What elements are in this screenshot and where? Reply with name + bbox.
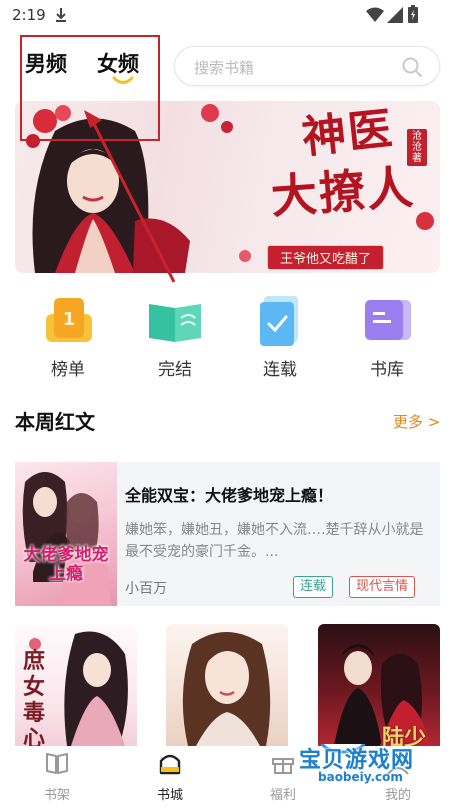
category-label: 完结: [158, 360, 192, 380]
cover-illustration: [22, 472, 111, 606]
annotation-highlight-box: [20, 35, 160, 141]
nav-label: 书架: [43, 788, 70, 803]
status-time: 2:19: [12, 6, 46, 24]
status-badge: 连载: [293, 576, 334, 598]
category-rankings[interactable]: 1 榜单: [28, 292, 108, 380]
book-description: 嫌她笨，嫌她丑，嫌她不入流….楚千辞从小就是最不受宠的豪门千金。...: [125, 522, 424, 560]
book-cover: 大佬爹地宠上瘾: [15, 462, 117, 606]
category-serializing[interactable]: 连载: [240, 292, 320, 380]
watermark-url: baobeiy.com: [318, 770, 403, 784]
section-title: 本周红文: [15, 410, 95, 434]
nav-label: 书城: [156, 788, 183, 803]
book-cover[interactable]: 庶女毒心: [15, 624, 137, 746]
more-link[interactable]: 更多 >: [393, 411, 440, 432]
bookshelf-icon: [46, 753, 68, 774]
nav-item-bookstore[interactable]: 书城: [140, 750, 200, 803]
book-title: 全能双宝：大佬爹地宠上瘾！: [125, 486, 334, 505]
genre-badge: 现代言情: [349, 576, 416, 598]
battery-icon: [408, 5, 418, 23]
svg-text:1: 1: [63, 309, 76, 330]
banner-title: 神医 大撩人: [253, 103, 433, 224]
library-icon: [365, 300, 411, 340]
book-cover[interactable]: 陆少: [318, 624, 440, 746]
cover-illustration: [182, 632, 271, 746]
banner-tagline: 王爷他又吃醋了: [267, 245, 385, 270]
book-cover-title: 大佬爹地宠上瘾: [23, 545, 109, 584]
download-icon: [56, 8, 66, 22]
nav-item-bookshelf[interactable]: 书架: [27, 750, 87, 803]
bookstore-icon: [159, 754, 181, 775]
document-check-icon: [260, 296, 298, 346]
book-cover-title: 庶女毒心: [23, 648, 46, 746]
category-completed[interactable]: 完结: [135, 292, 215, 380]
category-label: 连载: [263, 360, 297, 380]
search-icon[interactable]: [401, 56, 423, 78]
banner-author: 沧沧著: [407, 129, 427, 166]
open-book-icon: [149, 304, 201, 342]
category-label: 榜单: [51, 360, 85, 380]
search-input[interactable]: 搜索书籍: [174, 46, 440, 86]
banner-title-line2: 大撩人: [269, 160, 417, 224]
book-cover[interactable]: [166, 624, 288, 746]
wifi-icon: [366, 7, 384, 22]
book-author: 小百万: [125, 581, 167, 597]
signal-icon: [387, 7, 403, 23]
category-label: 书库: [370, 360, 404, 380]
search-placeholder: 搜索书籍: [194, 59, 255, 77]
category-library[interactable]: 书库: [347, 292, 427, 380]
trophy-icon: 1: [46, 298, 92, 342]
status-bar: 2:19: [0, 0, 455, 32]
featured-book-card[interactable]: 大佬爹地宠上瘾 全能双宝：大佬爹地宠上瘾！ 嫌她笨，嫌她丑，嫌她不入流….楚千辞…: [15, 462, 440, 606]
